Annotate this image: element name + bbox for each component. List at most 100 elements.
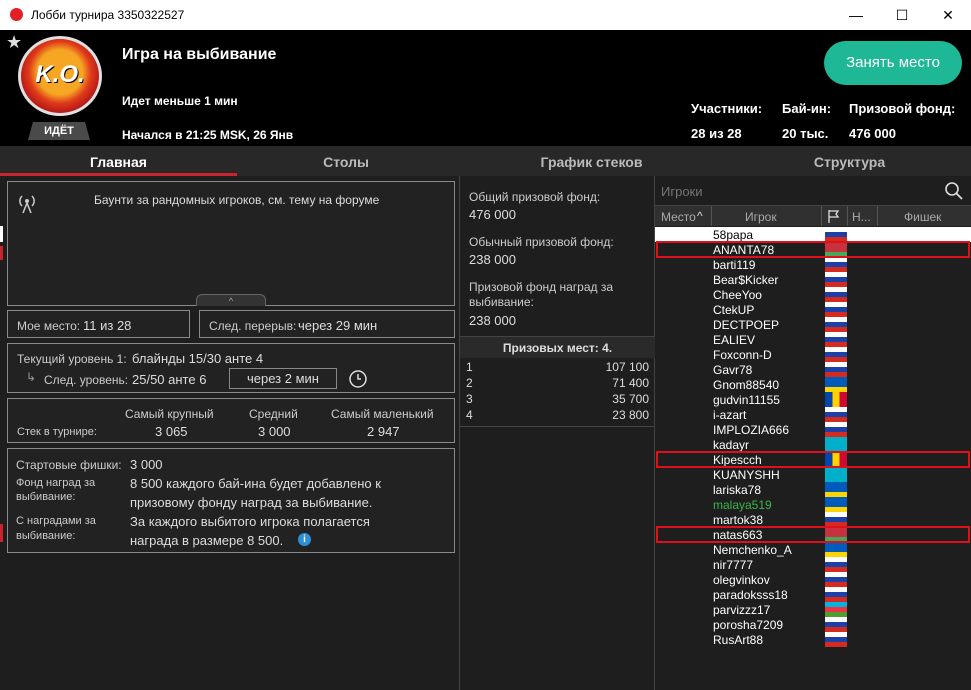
- player-row[interactable]: EALIEV: [655, 332, 971, 347]
- country-flag-icon: [825, 617, 847, 632]
- player-name: porosha7209: [713, 618, 784, 632]
- player-row[interactable]: malaya519: [655, 497, 971, 512]
- players-panel: Место ^ Игрок Н... Фишек 58papaANANTA78b…: [655, 176, 971, 690]
- country-flag-icon: [825, 422, 847, 437]
- close-button[interactable]: ✕: [925, 0, 971, 30]
- stack-header-smallest: Самый маленький: [331, 407, 434, 421]
- player-row[interactable]: martok38: [655, 512, 971, 527]
- collapse-handle[interactable]: ^: [196, 294, 266, 306]
- paid-places-header: Призовых мест: 4.: [460, 336, 655, 358]
- player-row[interactable]: paradoksss18: [655, 587, 971, 602]
- player-row[interactable]: RusArt88: [655, 632, 971, 647]
- tab-stack-chart[interactable]: График стеков: [455, 146, 728, 176]
- take-seat-button[interactable]: Занять место: [824, 41, 962, 85]
- prize-row: 3 35 700: [460, 392, 655, 408]
- country-flag-icon: [825, 227, 847, 242]
- prize-amount: 35 700: [612, 392, 649, 406]
- player-row[interactable]: CtekUP: [655, 302, 971, 317]
- player-row[interactable]: IMPLOZIA666: [655, 422, 971, 437]
- player-row[interactable]: Foxconn-D: [655, 347, 971, 362]
- info-icon[interactable]: i: [298, 533, 311, 546]
- players-list: 58papa ANANTA78 barti119 Bear$Kicker CheeYoo…: [655, 227, 971, 647]
- player-row[interactable]: KUANYSHH: [655, 467, 971, 482]
- country-flag-icon: [825, 482, 847, 497]
- tab-structure[interactable]: Структура: [728, 146, 971, 176]
- prize-pool-value: 476 000: [849, 126, 896, 141]
- col-place[interactable]: Место: [661, 210, 696, 224]
- player-row[interactable]: Gnom88540: [655, 377, 971, 392]
- country-flag-icon: [825, 332, 847, 347]
- announcement-text: Баунти за рандомных игроков, см. тему на…: [94, 193, 380, 207]
- ko-reward-value: За каждого выбитого игрока полагается на…: [130, 514, 370, 548]
- knockout-info-box: Стартовые фишки: 3 000 Фонд наград за вы…: [7, 448, 455, 553]
- player-search-input[interactable]: [661, 182, 931, 200]
- player-row[interactable]: DECTPOEP: [655, 317, 971, 332]
- player-name: CheeYoo: [713, 288, 762, 302]
- stack-label: Стек в турнире:: [17, 426, 97, 438]
- search-icon[interactable]: [944, 181, 964, 201]
- current-level-label: Текущий уровень 1:: [17, 352, 127, 366]
- next-level-label: След. уровень:: [44, 373, 129, 387]
- country-flag-icon: [825, 512, 847, 527]
- prize-place: 3: [466, 392, 473, 406]
- country-flag-icon: [825, 302, 847, 317]
- tab-tables[interactable]: Столы: [237, 146, 455, 176]
- my-place-box: Мое место: 11 из 28: [7, 310, 190, 338]
- col-divider: [821, 206, 822, 226]
- ko-prize-label: Призовой фонд наград за выбивание:: [469, 280, 614, 309]
- player-name: olegvinkov: [713, 573, 770, 587]
- player-name: Gnom88540: [713, 378, 780, 392]
- player-row[interactable]: i-azart: [655, 407, 971, 422]
- minimize-button[interactable]: —: [833, 0, 879, 30]
- flag-column-icon[interactable]: [827, 209, 841, 223]
- tournament-header: ★ K.O. ИДЁТ Игра на выбивание Идет меньш…: [0, 30, 971, 146]
- divider: [460, 426, 655, 427]
- col-player[interactable]: Игрок: [745, 210, 777, 224]
- player-row[interactable]: nir7777: [655, 557, 971, 572]
- clock-icon[interactable]: [348, 369, 368, 389]
- player-row[interactable]: kadayr: [655, 437, 971, 452]
- player-row[interactable]: porosha7209: [655, 617, 971, 632]
- player-name: Bear$Kicker: [713, 273, 779, 287]
- player-name: DECTPOEP: [713, 318, 780, 332]
- participants-value: 28 из 28: [691, 126, 742, 141]
- prize-place: 1: [466, 360, 473, 374]
- player-name: Nemchenko_A: [713, 543, 792, 557]
- country-flag-icon: [825, 587, 847, 602]
- player-row[interactable]: Bear$Kicker: [655, 272, 971, 287]
- player-row[interactable]: Gavr78: [655, 362, 971, 377]
- sort-asc-icon[interactable]: ^: [697, 209, 703, 223]
- prize-amount: 71 400: [612, 376, 649, 390]
- player-row[interactable]: Nemchenko_A: [655, 542, 971, 557]
- country-flag-icon: [825, 557, 847, 572]
- next-break-value: через 29 мин: [298, 318, 378, 333]
- stack-header-average: Средний: [249, 407, 298, 421]
- player-name: RusArt88: [713, 633, 764, 647]
- stack-largest: 3 065: [155, 424, 188, 439]
- player-row[interactable]: 58papa: [655, 227, 971, 242]
- country-flag-icon: [825, 257, 847, 272]
- player-row[interactable]: lariska78: [655, 482, 971, 497]
- player-row[interactable]: parvizzz17: [655, 602, 971, 617]
- country-flag-icon: [825, 317, 847, 332]
- player-row[interactable]: barti119: [655, 257, 971, 272]
- prize-row: 4 23 800: [460, 408, 655, 424]
- current-blinds: блайнды 15/30 анте 4: [132, 351, 264, 366]
- tab-main[interactable]: Главная: [0, 146, 237, 176]
- country-flag-icon: [825, 467, 847, 482]
- favorite-star-icon[interactable]: ★: [6, 32, 22, 53]
- player-name: nir7777: [713, 558, 754, 572]
- next-break-box: След. перерыв: через 29 мин: [199, 310, 455, 338]
- maximize-button[interactable]: ☐: [879, 0, 925, 30]
- level-box: Текущий уровень 1: блайнды 15/30 анте 4 …: [7, 343, 455, 393]
- player-row[interactable]: gudvin11155: [655, 392, 971, 407]
- col-chips[interactable]: Фишек: [904, 210, 941, 224]
- player-row[interactable]: olegvinkov: [655, 572, 971, 587]
- country-flag-icon: [825, 407, 847, 422]
- col-n[interactable]: Н...: [852, 210, 871, 224]
- regular-prize-label: Обычный призовой фонд:: [469, 235, 614, 249]
- ko-fund-value: 8 500 каждого бай-ина будет добавлено к …: [130, 476, 381, 510]
- player-search[interactable]: [655, 176, 971, 206]
- participants-label: Участники:: [691, 101, 763, 116]
- player-row[interactable]: CheeYoo: [655, 287, 971, 302]
